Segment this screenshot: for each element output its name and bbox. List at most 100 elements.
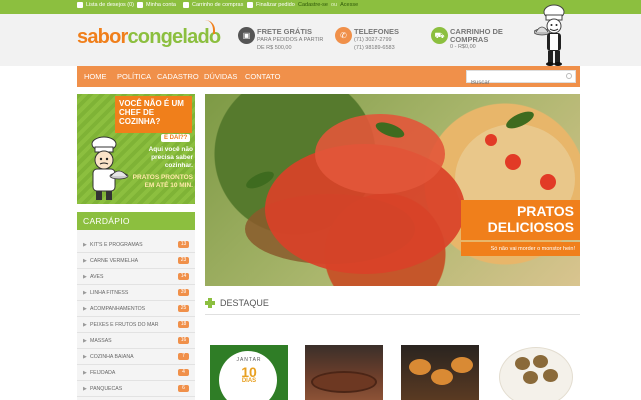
arrow-right-icon: ▶	[83, 354, 87, 360]
product-card-meatballs[interactable]	[497, 345, 575, 400]
hero-banner[interactable]: PRATOS DELICIOSOS Só não vai morder o mo…	[205, 94, 580, 286]
menu-item-count: 23	[178, 257, 189, 264]
account-label: Minha conta	[146, 2, 176, 8]
meatball-image	[543, 369, 558, 382]
frete-title: FRETE GRÁTIS	[257, 27, 313, 36]
checkout-link[interactable]: Finalizar pedido	[247, 2, 295, 8]
product-card-jantar-light[interactable]: JANTAR 10 DIAS LIGHT	[210, 345, 288, 400]
product-card-steak[interactable]	[305, 345, 383, 400]
hero-subtitle: Só não vai morder o monstor hein!	[461, 242, 580, 256]
cart-icon	[183, 2, 189, 8]
menu-item-label: ACOMPANHAMENTOS	[90, 306, 146, 312]
arrow-right-icon: ▶	[83, 306, 87, 312]
search-box	[466, 70, 576, 89]
cardapio-heading: CARDÁPIO	[77, 212, 195, 230]
menu-item-label: CARNE VERMELHA	[90, 258, 139, 264]
or-text: ou	[330, 2, 338, 8]
plus-icon	[205, 298, 215, 308]
menu-item-label: COZINHA BAIANA	[90, 354, 134, 360]
destaque-heading: DESTAQUE	[205, 298, 269, 308]
arrow-right-icon: ▶	[83, 370, 87, 376]
menu-item-aves[interactable]: ▶ AVES 14	[77, 269, 195, 285]
menu-item-label: FEIJOADA	[90, 370, 116, 376]
truck-icon: ▣	[238, 27, 255, 44]
tomato-image	[505, 154, 521, 170]
menu-item-count: 18	[178, 321, 189, 328]
nav-home[interactable]: HOME	[84, 72, 107, 81]
nav-duvidas[interactable]: DÚVIDAS	[204, 72, 237, 81]
phone-icon: ✆	[335, 27, 352, 44]
chicken-image	[431, 369, 453, 385]
wishlist-label: Lista de desejos (0)	[86, 2, 134, 8]
menu-item-acompanhamentos[interactable]: ▶ ACOMPANHAMENTOS 25	[77, 301, 195, 317]
search-icon[interactable]	[566, 73, 572, 79]
wishlist-link[interactable]: Lista de desejos (0)	[77, 2, 134, 8]
chef-mascot-icon	[534, 4, 565, 66]
register-link[interactable]: Cadastre-se	[298, 2, 328, 8]
meatball-image	[523, 371, 538, 384]
menu-item-massas[interactable]: ▶ MASSAS 16	[77, 333, 195, 349]
promo-question: VOCÊ NÃO É UM CHEF DE COZINHA?	[115, 96, 192, 133]
frete-line2: DE R$ 500,00	[257, 45, 292, 51]
menu-item-label: PANQUECAS	[90, 386, 123, 392]
auth-links: Cadastre-se ou Acesse	[298, 2, 358, 8]
heart-icon	[77, 2, 83, 8]
meatball-image	[515, 357, 530, 370]
chicken-image	[451, 357, 473, 373]
menu-item-count: 13	[178, 241, 189, 248]
hero-title: PRATOS DELICIOSOS	[461, 200, 580, 240]
promo-pratos: PRATOS PRONTOS EM ATÉ 10 MIN.	[132, 174, 193, 189]
chef-cartoon-icon	[91, 136, 129, 200]
menu-item-feijoada[interactable]: ▶ FEIJOADA 4	[77, 365, 195, 381]
search-input[interactable]	[467, 77, 562, 89]
cardapio-menu: ▶ KIT'S E PROGRAMAS 13 ▶ CARNE VERMELHA …	[77, 230, 195, 400]
menu-item-kits[interactable]: ▶ KIT'S E PROGRAMAS 13	[77, 237, 195, 253]
telefones-title: TELEFONES	[354, 27, 400, 36]
destaque-divider	[205, 314, 580, 315]
shopping-cart-icon: ⛟	[431, 27, 448, 44]
arrow-right-icon: ▶	[83, 322, 87, 328]
nav-contato[interactable]: CONTATO	[245, 72, 280, 81]
arrow-right-icon: ▶	[83, 386, 87, 392]
arrow-right-icon: ▶	[83, 338, 87, 344]
menu-item-count: 14	[178, 273, 189, 280]
meatball-image	[533, 355, 548, 368]
menu-item-panquecas[interactable]: ▶ PANQUECAS 6	[77, 381, 195, 397]
menu-item-cozinha-baiana[interactable]: ▶ COZINHA BAIANA 7	[77, 349, 195, 365]
promo-banner[interactable]: VOCÊ NÃO É UM CHEF DE COZINHA? E DAÍ?? A…	[77, 94, 195, 204]
logo-text-sabor: sabor	[77, 26, 128, 48]
arrow-right-icon: ▶	[83, 258, 87, 264]
promo-text: Aqui você não precisa saber cozinhar.	[148, 146, 193, 169]
nav-politica[interactable]: POLÍTICA	[117, 72, 151, 81]
menu-item-carne-vermelha[interactable]: ▶ CARNE VERMELHA 23	[77, 253, 195, 269]
product-line4: LIGHT	[238, 389, 260, 395]
document-icon	[247, 2, 253, 8]
menu-item-count: 4	[178, 369, 189, 376]
frete-line1: PARA PEDIDOS A PARTIR	[257, 37, 324, 43]
product-line3: DIAS	[241, 378, 257, 384]
destaque-title: DESTAQUE	[220, 298, 269, 308]
menu-item-count: 25	[178, 305, 189, 312]
account-link[interactable]: Minha conta	[137, 2, 176, 8]
menu-item-count: 6	[178, 385, 189, 392]
cart-total: 0 - R$0,00	[450, 44, 476, 50]
arrow-right-icon: ▶	[83, 290, 87, 296]
login-link[interactable]: Acesse	[340, 2, 358, 8]
cart-label: Carrinho de compras	[192, 2, 244, 8]
menu-item-count: 39	[178, 289, 189, 296]
menu-item-peixes[interactable]: ▶ PEIXES E FRUTOS DO MAR 18	[77, 317, 195, 333]
phone-line2: (71) 98189-6583	[354, 45, 395, 51]
promo-dai: E DAÍ??	[161, 134, 191, 142]
nav-cadastro[interactable]: CADASTRO	[157, 72, 199, 81]
cart-link[interactable]: Carrinho de compras	[183, 2, 243, 8]
product-card-chicken[interactable]	[401, 345, 479, 400]
chicken-image	[409, 359, 431, 375]
menu-item-label: KIT'S E PROGRAMAS	[90, 242, 143, 248]
cart-title2: COMPRAS	[450, 35, 489, 44]
tomato-image	[485, 134, 497, 146]
site-logo[interactable]: saborcongelado	[77, 20, 221, 49]
menu-item-count: 16	[178, 337, 189, 344]
menu-item-linha-fitness[interactable]: ▶ LINHA FITNESS 39	[77, 285, 195, 301]
arrow-right-icon: ▶	[83, 242, 87, 248]
phone-line1: (71) 3027-2799	[354, 37, 392, 43]
